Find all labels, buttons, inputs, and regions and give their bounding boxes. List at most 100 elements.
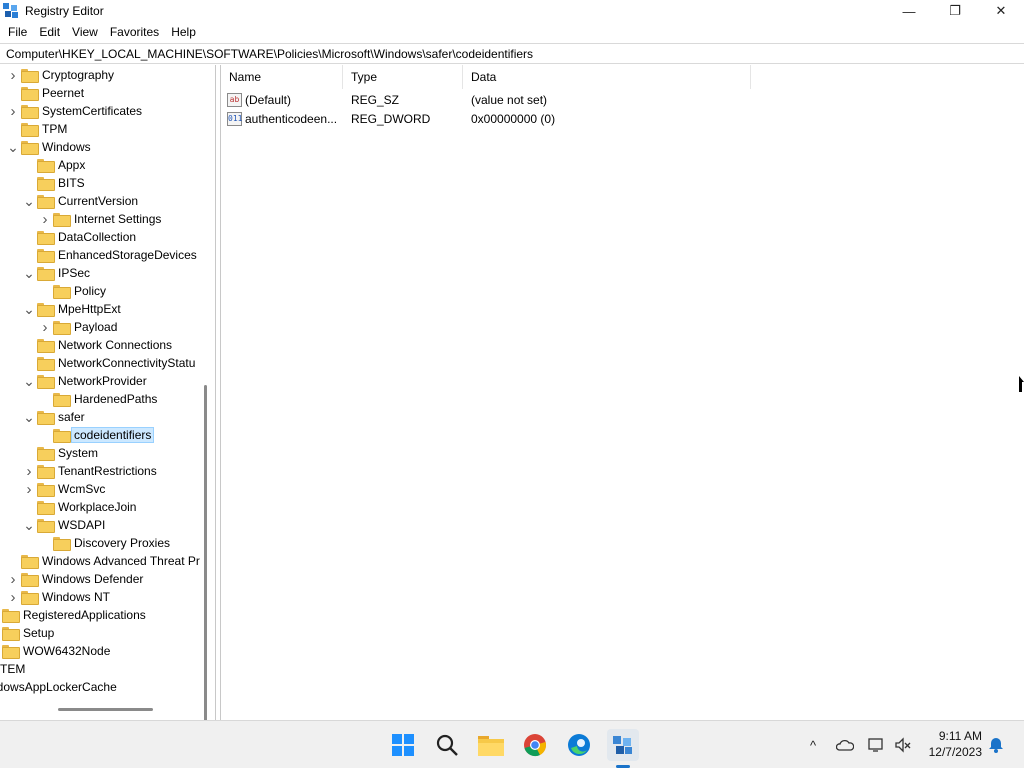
chevron-down-icon[interactable]: ⌄ [23,408,35,426]
folder-icon [37,501,55,515]
tree-item[interactable]: › Internet Settings [39,210,163,228]
tree-item[interactable]: ⌄ Windows [7,138,93,156]
tree-item[interactable]: › Windows NT [7,588,112,606]
search-button[interactable] [431,729,463,761]
minimize-button[interactable]: — [886,0,932,22]
start-button[interactable] [387,729,419,761]
value-row[interactable]: ab (Default) REG_SZ (value not set) [221,90,751,109]
tree-item-label: BITS [58,176,85,190]
tree-item[interactable]: › WcmSvc [23,480,107,498]
menu-view[interactable]: View [66,22,104,43]
chevron-down-icon[interactable]: ⌄ [23,264,35,282]
chevron-right-icon[interactable]: › [23,480,35,498]
tree-item[interactable]: DataCollection [23,228,138,246]
value-row[interactable]: 011 authenticodeen... REG_DWORD 0x000000… [221,109,751,128]
tree-item[interactable]: EnhancedStorageDevices [23,246,199,264]
chevron-right-icon[interactable]: › [39,210,51,228]
folder-icon [2,645,20,659]
tree-item[interactable]: › TenantRestrictions [23,462,159,480]
tree-item[interactable]: Discovery Proxies [39,534,172,552]
tree-item[interactable]: Setup [0,624,56,642]
tree-item-label: /indowsAppLockerCache [0,680,117,694]
menu-edit[interactable]: Edit [33,22,66,43]
maximize-button[interactable]: ❐ [932,0,978,22]
tree-item[interactable]: ⌄ WSDAPI [23,516,107,534]
tree-item[interactable]: ⌄ IPSec [23,264,92,282]
chevron-down-icon[interactable]: ⌄ [23,192,35,210]
menu-file[interactable]: File [2,22,33,43]
chevron-down-icon[interactable]: ⌄ [23,372,35,390]
tree-item[interactable]: Windows Advanced Threat Pr [7,552,202,570]
tree-item[interactable]: Policy [39,282,108,300]
tree-item-label: IPSec [58,266,91,280]
registry-tree[interactable]: › Cryptography Peernet › SystemCertificates T… [0,65,216,720]
tree-vertical-scrollbar[interactable] [204,385,207,720]
edge-icon [568,734,590,756]
tree-item[interactable]: NetworkConnectivityStatu [23,354,197,372]
tree-item[interactable]: HardenedPaths [39,390,159,408]
binary-value-icon: 011 [227,111,242,126]
tree-item[interactable]: › Payload [39,318,119,336]
tree-item[interactable]: codeidentifiers [39,426,155,444]
tree-item[interactable]: Network Connections [23,336,174,354]
tree-item[interactable]: › SystemCertificates [7,102,144,120]
chevron-right-icon[interactable]: › [39,318,51,336]
chevron-right-icon[interactable]: › [7,570,19,588]
tree-item[interactable]: System [23,444,100,462]
chevron-right-icon[interactable]: › [23,462,35,480]
values-list[interactable]: Name Type Data ab (Default) REG_SZ (valu… [220,65,1024,720]
menu-favorites[interactable]: Favorites [104,22,165,43]
tree-item-label: Setup [23,626,55,640]
tree-item[interactable]: › Cryptography [7,66,116,84]
file-explorer-button[interactable] [475,729,507,761]
chevron-down-icon[interactable]: ⌄ [23,516,35,534]
value-type: REG_DWORD [351,111,431,126]
network-icon[interactable] [867,733,887,757]
tree-item[interactable]: ⌄ MpeHttpExt [23,300,123,318]
tree-item[interactable]: WOW6432Node [0,642,112,660]
show-hidden-icons-button[interactable]: ^ [804,733,822,757]
menu-help[interactable]: Help [165,22,202,43]
tree-item[interactable]: BITS [23,174,87,192]
tree-item[interactable]: Peernet [7,84,86,102]
chevron-right-icon[interactable]: › [7,66,19,84]
tree-item-label: System [58,446,99,460]
resize-cursor-icon [1019,376,1024,392]
onedrive-icon[interactable] [835,733,855,757]
column-type[interactable]: Type [343,65,463,89]
tree-item[interactable]: /indowsAppLockerCache [0,678,119,696]
tree-item[interactable]: ⌄ CurrentVersion [23,192,140,210]
edge-button[interactable] [563,729,595,761]
tree-item[interactable]: ⌄ safer [23,408,87,426]
tree-item-label: codeidentifiers [70,427,155,443]
tree-item[interactable]: YSTEM [0,660,27,678]
chevron-down-icon[interactable]: ⌄ [7,138,19,156]
tree-item[interactable]: WorkplaceJoin [23,498,138,516]
notification-bell-icon[interactable] [987,733,1005,757]
close-button[interactable]: ✕ [978,0,1024,22]
registry-editor-taskbar-button[interactable] [607,729,639,761]
tree-item[interactable]: ⌄ NetworkProvider [23,372,149,390]
column-name[interactable]: Name [221,65,343,89]
clock-time: 9:11 AM [938,729,982,743]
tree-horizontal-scrollbar[interactable] [58,708,153,711]
address-bar[interactable]: Computer\HKEY_LOCAL_MACHINE\SOFTWARE\Pol… [0,43,1024,64]
window-title: Registry Editor [25,4,104,18]
tree-item[interactable]: Appx [23,156,87,174]
tree-item-label: WorkplaceJoin [58,500,137,514]
chevron-right-icon[interactable]: › [7,102,19,120]
tree-item-label: Policy [74,284,107,298]
tree-item[interactable]: RegisteredApplications [0,606,148,624]
column-data[interactable]: Data [463,65,751,89]
chrome-button[interactable] [519,729,551,761]
clock[interactable]: 9:11 AM 12/7/2023 [929,728,982,760]
tree-item[interactable]: TPM [7,120,69,138]
chevron-down-icon[interactable]: ⌄ [23,300,35,318]
volume-muted-icon[interactable] [893,733,913,757]
tree-item[interactable]: › Windows Defender [7,570,145,588]
chevron-right-icon[interactable]: › [7,588,19,606]
